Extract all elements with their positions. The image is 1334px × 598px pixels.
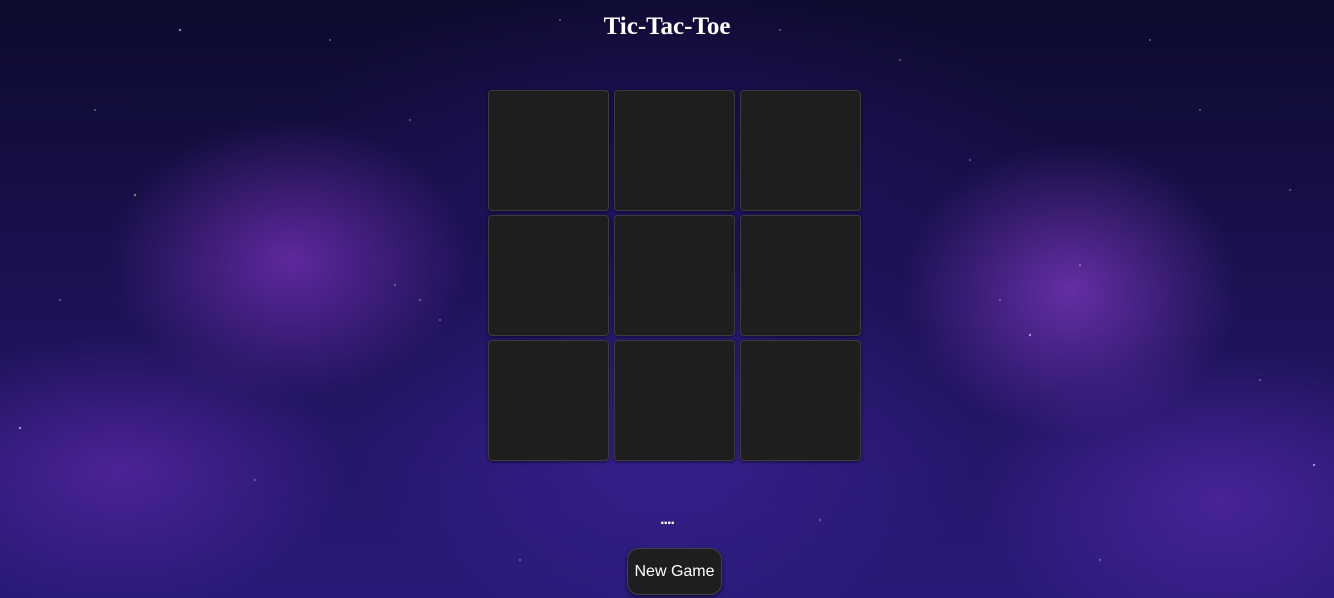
board-cell-7[interactable]: [488, 340, 609, 461]
game-status: ....: [660, 511, 675, 528]
board-cell-8[interactable]: [614, 340, 735, 461]
board-cell-9[interactable]: [740, 340, 861, 461]
board-cell-3[interactable]: [740, 90, 861, 211]
game-board: [488, 90, 861, 461]
board-cell-1[interactable]: [488, 90, 609, 211]
new-game-button[interactable]: New Game: [627, 548, 722, 595]
game-title: Tic-Tac-Toe: [603, 13, 731, 40]
board-cell-4[interactable]: [488, 215, 609, 336]
board-cell-5[interactable]: [614, 215, 735, 336]
board-cell-2[interactable]: [614, 90, 735, 211]
board-cell-6[interactable]: [740, 215, 861, 336]
